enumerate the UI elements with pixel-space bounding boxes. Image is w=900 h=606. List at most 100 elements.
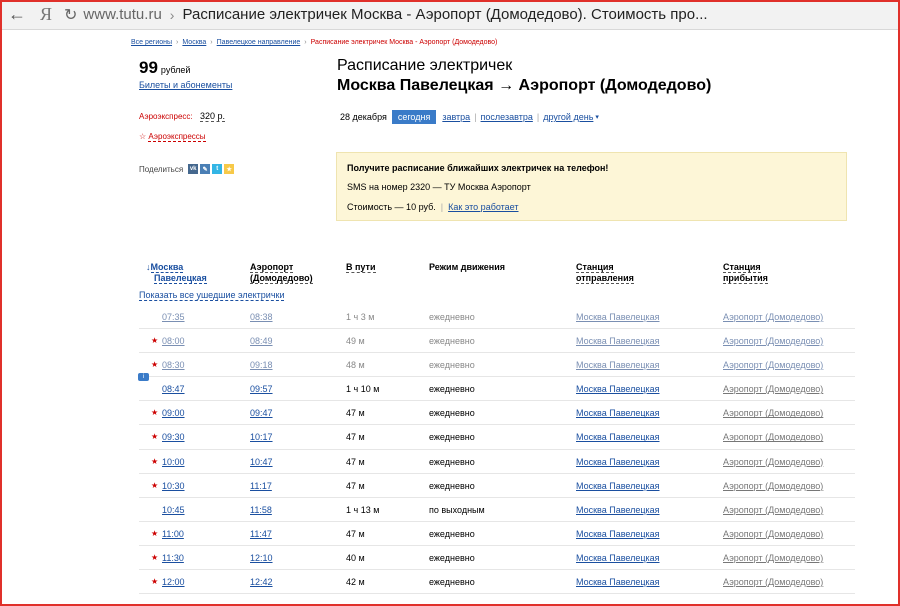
sms-how-link[interactable]: Как это работает [448,202,518,212]
table-row[interactable]: ★ 10:00 10:47 47 м ежедневно Москва Павелецка… [139,450,855,474]
arrival-time[interactable]: 09:47 [250,408,273,418]
arrival-station[interactable]: Аэропорт (Домодедово) [723,408,823,418]
arrival-time[interactable]: 11:17 [250,481,272,491]
departure-time[interactable]: 11:00 [162,529,184,539]
table-row[interactable]: ★ 08:00 08:49 49 м ежедневно Москва Павелецка… [139,329,855,354]
table-row[interactable]: ★ 12:00 12:42 42 м ежедневно Москва Павелецка… [139,570,855,595]
column-arrival-station[interactable]: Станция прибытия [723,262,768,284]
aeroexpress-label: Аэроэкспресс: [139,112,193,121]
departure-time[interactable]: 10:45 [162,505,185,515]
arrival-time[interactable]: 09:57 [250,384,273,394]
breadcrumb-all-regions[interactable]: Все регионы [131,39,172,46]
departure-station[interactable]: Москва Павелецкая [576,336,660,346]
departure-station[interactable]: Москва Павелецкая [576,312,660,322]
date-tomorrow-link[interactable]: завтра [442,112,470,122]
twitter-icon[interactable]: t [212,164,223,174]
date-other-day-link[interactable]: другой день [543,112,593,122]
table-row[interactable]: ★ 09:00 09:47 47 м ежедневно Москва Павелецка… [139,401,855,426]
departure-station[interactable]: Москва Павелецкая [576,457,660,467]
departure-time[interactable]: 08:00 [162,336,185,346]
departure-time[interactable]: 08:47 [162,384,185,394]
arrival-time[interactable]: 09:18 [250,360,273,370]
departure-station[interactable]: Москва Павелецкая [576,481,660,491]
arrival-time[interactable]: 11:47 [250,529,272,539]
breadcrumb-paveletsky[interactable]: Павелецкое направление [217,39,301,46]
star-icon: ★ [151,408,159,418]
back-arrow-icon[interactable]: ← [4,2,30,28]
ticket-price: 99 рублей [139,58,190,78]
breadcrumb-moscow[interactable]: Москва [182,39,206,46]
departure-time[interactable]: 11:30 [162,553,184,563]
departure-station[interactable]: Москва Павелецкая [576,577,660,587]
departure-time[interactable]: 09:00 [162,408,185,418]
aeroexpress-link-label[interactable]: Аэроэкспрессы [148,132,206,142]
arrival-time[interactable]: 10:17 [250,432,273,442]
aeroexpress-link[interactable]: ☆ Аэроэкспрессы [139,132,206,142]
date-day-after-link[interactable]: послезавтра [481,112,533,122]
table-row[interactable]: ★ 11:30 12:10 40 м ежедневно Москва Павелецка… [139,546,855,571]
departure-station[interactable]: Москва Павелецкая [576,360,660,370]
duration: 49 м [346,336,365,347]
arrival-station[interactable]: Аэропорт (Домодедово) [723,457,823,467]
chevron-down-icon[interactable]: ▾ [595,113,599,121]
lj-icon[interactable]: ✎ [200,164,211,174]
arrival-time[interactable]: 08:49 [250,336,273,346]
departure-time[interactable]: 07:35 [162,312,185,322]
arrival-station[interactable]: Аэропорт (Домодедово) [723,360,823,370]
share-label: Поделиться [139,164,184,174]
arrival-station[interactable]: Аэропорт (Домодедово) [723,384,823,394]
table-row[interactable]: i 08:47 09:57 1 ч 10 м ежедневно Москва Павел… [138,373,855,402]
departure-station[interactable]: Москва Павелецкая [576,408,660,418]
vk-icon[interactable]: vk [188,164,199,174]
arrival-station[interactable]: Аэропорт (Домодедово) [723,312,823,322]
breadcrumb-separator: › [304,39,307,46]
departure-time[interactable]: 09:30 [162,432,185,442]
departure-time[interactable]: 10:30 [162,481,185,491]
departure-station[interactable]: Москва Павелецкая [576,553,660,563]
arrival-time[interactable]: 12:42 [250,577,273,587]
refresh-icon[interactable]: ↻ [64,5,77,25]
arrival-time[interactable]: 11:58 [250,505,272,515]
arrival-station[interactable]: Аэропорт (Домодедово) [723,553,823,563]
arrival-station[interactable]: Аэропорт (Домодедово) [723,529,823,539]
departure-time[interactable]: 10:00 [162,457,185,467]
departure-station[interactable]: Москва Павелецкая [576,432,660,442]
departure-time[interactable]: 12:00 [162,577,185,587]
arrival-station[interactable]: Аэропорт (Домодедово) [723,432,823,442]
column-duration[interactable]: В пути [346,262,376,273]
arrival-station[interactable]: Аэропорт (Домодедово) [723,577,823,587]
arrival-time[interactable]: 08:38 [250,312,273,322]
star-icon: ☆ [139,132,147,141]
departure-time[interactable]: 08:30 [162,360,185,370]
arrival-station[interactable]: Аэропорт (Домодедово) [723,505,823,515]
table-row[interactable]: 10:45 11:58 1 ч 13 м по выходным Москва Паве… [139,498,855,522]
departure-station[interactable]: Москва Павелецкая [576,529,660,539]
column-to-station-line2: (Домодедово) [250,273,313,284]
page-title-in-address[interactable]: Расписание электричек Москва - Аэропорт … [182,6,707,23]
current-date: 28 декабря [340,112,387,122]
yandex-logo-icon[interactable]: Я [40,4,52,25]
arrival-station[interactable]: Аэропорт (Домодедово) [723,481,823,491]
departure-station[interactable]: Москва Павелецкая [576,505,660,515]
departure-station[interactable]: Москва Павелецкая [576,384,660,394]
table-row[interactable]: ★ 10:30 11:17 47 м ежедневно Москва Павелецка… [139,474,855,498]
arrival-time[interactable]: 10:47 [250,457,273,467]
show-all-departed-link[interactable]: Показать все ушедшие электрички [139,290,285,301]
table-row[interactable]: ★ 09:30 10:17 47 м ежедневно Москва Павелецка… [139,425,855,450]
arrival-time[interactable]: 12:10 [250,553,273,563]
table-row[interactable]: ★ 11:00 11:47 47 м ежедневно Москва Павелецка… [139,522,855,546]
tickets-link[interactable]: Билеты и абонементы [139,80,232,90]
column-to-station[interactable]: Аэропорт (Домодедово) [250,262,313,284]
aeroexpress-price[interactable]: 320 р. [200,111,226,122]
address-bar-url[interactable]: www.tutu.ru [83,6,161,23]
duration: 47 м [346,432,365,443]
date-today-button[interactable]: сегодня [391,110,437,124]
info-badge-icon[interactable]: i [138,373,149,382]
column-arrival-line2: прибытия [723,273,768,284]
yandex-icon[interactable]: ★ [224,164,235,174]
column-departure-station[interactable]: Станция отправления [576,262,634,284]
arrival-station[interactable]: Аэропорт (Домодедово) [723,336,823,346]
table-row[interactable]: 07:35 08:38 1 ч 3 м ежедневно Москва Павелец… [139,305,855,330]
table-row[interactable]: ★ 08:30 09:18 48 м ежедневно Москва Павелецка… [139,353,855,378]
column-from-station[interactable]: ↓Москва Павелецкая [146,262,207,284]
